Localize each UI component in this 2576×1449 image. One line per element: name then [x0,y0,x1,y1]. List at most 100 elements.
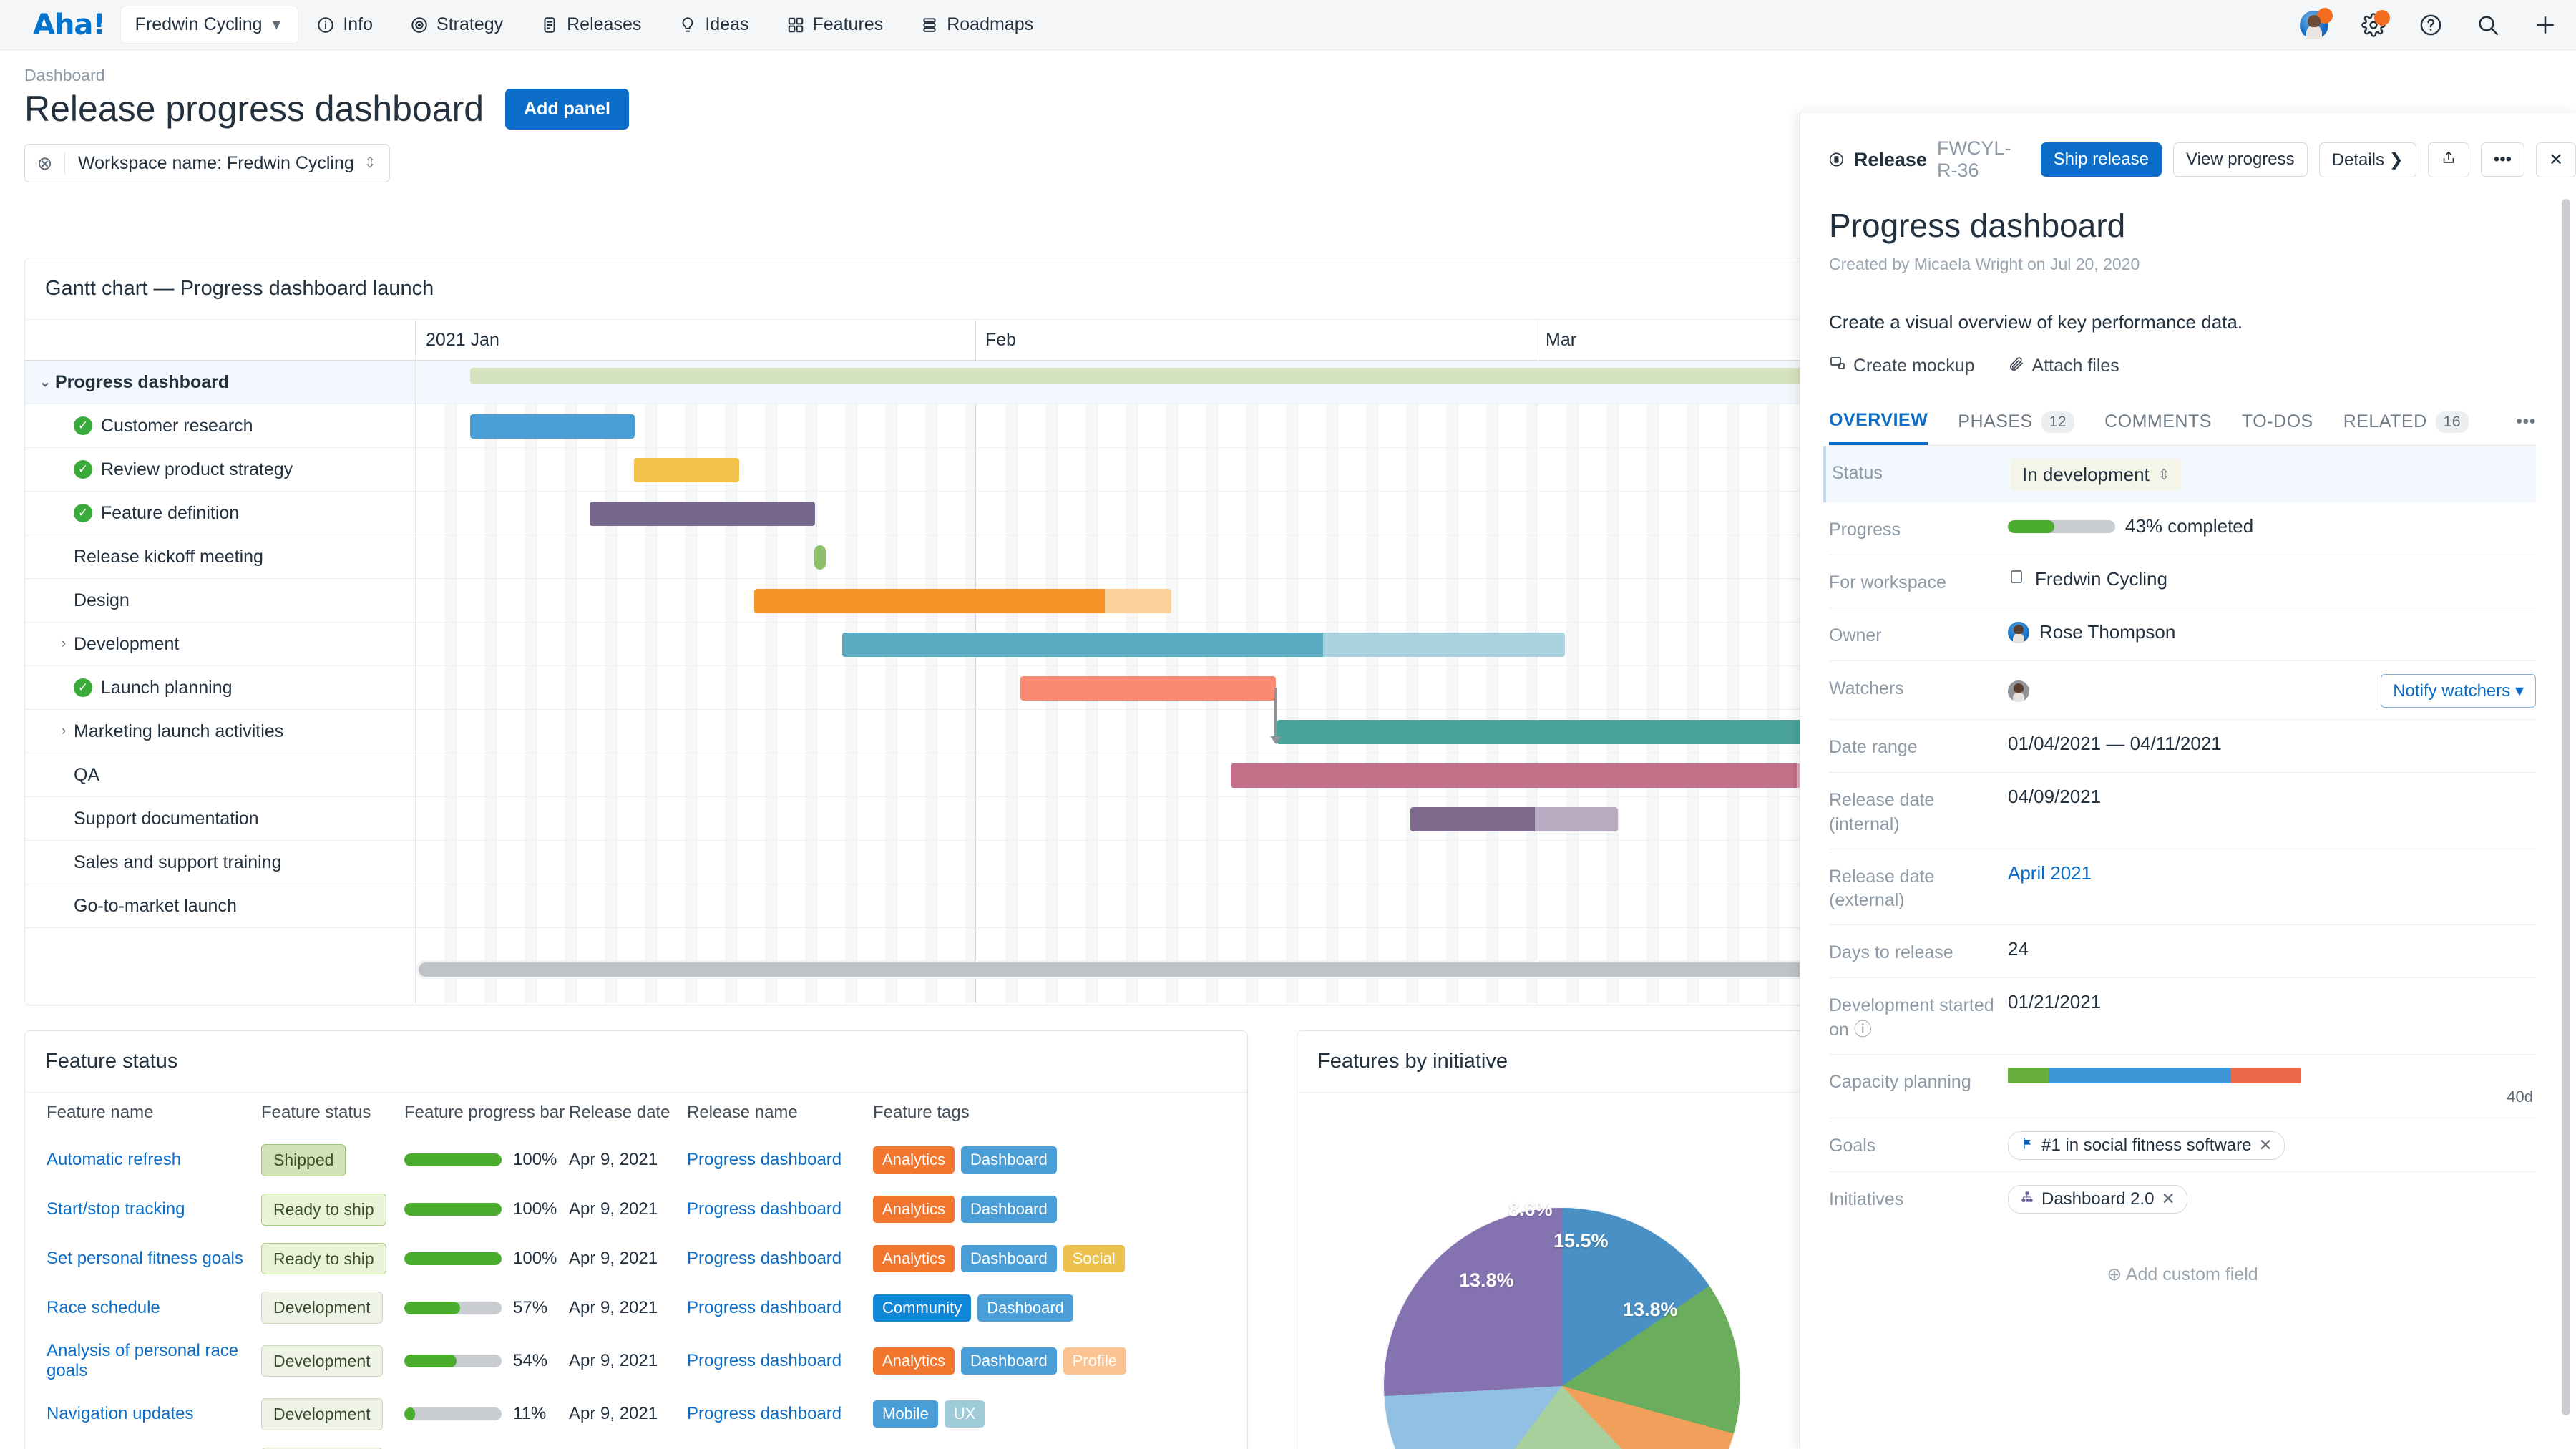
feature-tag[interactable]: UX [945,1400,985,1428]
table-row[interactable]: Analysis of personal race goalsDevelopme… [25,1332,1247,1390]
help-icon[interactable]: ⓘ [1854,1020,1872,1040]
gantt-row[interactable]: Sales and support training [25,841,415,884]
table-column-header[interactable]: Release date [569,1093,687,1136]
view-progress-button[interactable]: View progress [2173,142,2308,177]
details-button[interactable]: Details ❯ [2319,142,2416,177]
feature-tag[interactable]: Profile [1063,1347,1126,1375]
capacity-bar[interactable] [2008,1068,2301,1083]
workspace-filter-select[interactable]: Workspace name: Fredwin Cycling ⇳ [65,153,389,174]
table-row[interactable]: Race scheduleDevelopment57%Apr 9, 2021Pr… [25,1283,1247,1332]
gantt-row[interactable]: Design [25,579,415,623]
feature-name-link[interactable]: Navigation updates [47,1404,193,1423]
user-avatar[interactable] [2300,11,2328,39]
drawer-description[interactable]: Create a visual overview of key performa… [1829,311,2536,333]
gantt-row[interactable]: QA [25,753,415,797]
feature-name-link[interactable]: Analysis of personal race goals [47,1341,238,1380]
notify-watchers-button[interactable]: Notify watchers ▾ [2381,674,2536,708]
close-drawer-button[interactable]: ✕ [2536,142,2576,177]
feature-tag[interactable]: Analytics [873,1196,955,1223]
add-panel-button[interactable]: Add panel [505,89,629,130]
gantt-row[interactable]: ›Marketing launch activities [25,710,415,753]
table-column-header[interactable]: Feature progress bar [404,1093,569,1136]
release-name-link[interactable]: Progress dashboard [687,1199,841,1219]
nav-item-strategy[interactable]: Strategy [391,0,522,50]
help-button[interactable] [2419,13,2443,37]
feature-tag[interactable]: Mobile [873,1400,938,1428]
initiative-chip[interactable]: Dashboard 2.0 ✕ [2008,1185,2187,1214]
tab-phases[interactable]: PHASES12 [1958,411,2074,444]
more-actions-button[interactable]: ••• [2481,142,2524,177]
gantt-bar[interactable] [470,414,635,439]
feature-tag[interactable]: Social [1063,1245,1125,1272]
gantt-bar[interactable] [470,368,1834,384]
feature-tag[interactable]: Analytics [873,1245,955,1272]
ship-release-button[interactable]: Ship release [2041,142,2162,177]
workspace-filter-chip[interactable]: ⊗ Workspace name: Fredwin Cycling ⇳ [24,144,390,182]
release-name-link[interactable]: Progress dashboard [687,1404,841,1423]
gantt-row[interactable]: ✓Feature definition [25,492,415,535]
workspace-selector[interactable]: Fredwin Cycling ▼ [121,6,298,43]
table-row[interactable]: Automatic refreshShipped100%Apr 9, 2021P… [25,1136,1247,1185]
release-name-link[interactable]: Progress dashboard [687,1351,841,1370]
search-button[interactable] [2476,13,2500,37]
gantt-row[interactable]: ⌄Progress dashboard [25,361,415,404]
gantt-bar[interactable] [1231,763,1834,788]
tab-comments[interactable]: COMMENTS [2104,411,2212,444]
feature-name-link[interactable]: Automatic refresh [47,1150,181,1169]
table-column-header[interactable]: Feature name [25,1093,261,1136]
nav-item-roadmaps[interactable]: Roadmaps [902,0,1052,50]
gantt-scrollbar-thumb[interactable] [419,962,1834,977]
gantt-row[interactable]: ✓Customer research [25,404,415,448]
gantt-row[interactable]: Go-to-market launch [25,884,415,928]
feature-tag[interactable]: Dashboard [961,1146,1057,1174]
nav-item-features[interactable]: Features [768,0,902,50]
tab-overview[interactable]: OVERVIEW [1829,410,1928,445]
nav-item-info[interactable]: Info [298,0,391,50]
tabs-more-button[interactable]: ••• [2516,411,2536,444]
release-name-link[interactable]: Progress dashboard [687,1298,841,1317]
nav-item-releases[interactable]: Releases [522,0,660,50]
gantt-bar[interactable] [1277,720,1834,744]
gantt-timeline[interactable]: 2021 JanFebMar [416,320,1834,1003]
aha-logo[interactable]: Aha! [33,9,105,42]
collapse-caret-icon[interactable]: ⌄ [35,374,55,391]
gantt-row[interactable]: Release kickoff meeting [25,535,415,579]
feature-tag[interactable]: Community [873,1294,971,1322]
gantt-bar[interactable] [634,458,739,482]
add-button[interactable] [2533,13,2557,37]
goal-chip[interactable]: #1 in social fitness software ✕ [2008,1131,2285,1160]
table-row[interactable]: Set personal fitness goalsReady to ship1… [25,1234,1247,1284]
clear-filter-icon[interactable]: ⊗ [25,152,65,175]
watcher-avatar[interactable] [2008,680,2029,702]
nav-item-ideas[interactable]: Ideas [660,0,767,50]
add-custom-field-button[interactable]: ⊕ Add custom field [1829,1264,2536,1285]
gantt-bar[interactable] [842,633,1565,657]
feature-name-link[interactable]: Start/stop tracking [47,1199,185,1219]
feature-tag[interactable]: Analytics [873,1347,955,1375]
feature-tag[interactable]: Analytics [873,1146,955,1174]
create-mockup-button[interactable]: Create mockup [1829,355,1975,377]
gantt-bar[interactable] [754,589,1171,613]
tab-to-dos[interactable]: TO-DOS [2242,411,2313,444]
table-row[interactable]: Start/stop trackingReady to ship100%Apr … [25,1185,1247,1234]
gantt-milestone[interactable] [814,545,826,570]
feature-tag[interactable]: Dashboard [977,1294,1073,1322]
gantt-row[interactable]: ›Development [25,623,415,666]
feature-tag[interactable]: Dashboard [961,1245,1057,1272]
field-value-date-range[interactable]: 01/04/2021 — 04/11/2021 [2008,731,2536,755]
gantt-row[interactable]: ✓Launch planning [25,666,415,710]
table-column-header[interactable]: Release name [687,1093,873,1136]
gantt-bar[interactable] [590,502,815,526]
gantt-row[interactable]: ✓Review product strategy [25,448,415,492]
gantt-bar[interactable] [1410,807,1618,831]
field-value-release-internal[interactable]: 04/09/2021 [2008,784,2536,808]
table-row[interactable]: Navigation updatesDevelopment11%Apr 9, 2… [25,1390,1247,1439]
breadcrumb[interactable]: Dashboard [0,50,2576,85]
feature-tag[interactable]: Dashboard [961,1347,1057,1375]
feature-tag[interactable]: Dashboard [961,1196,1057,1223]
status-dropdown[interactable]: In development ⇳ [2011,459,2182,491]
table-column-header[interactable]: Feature tags [873,1093,1247,1136]
tab-related[interactable]: RELATED16 [2343,411,2469,444]
expand-caret-icon[interactable]: › [54,723,74,739]
expand-caret-icon[interactable]: › [54,636,74,652]
